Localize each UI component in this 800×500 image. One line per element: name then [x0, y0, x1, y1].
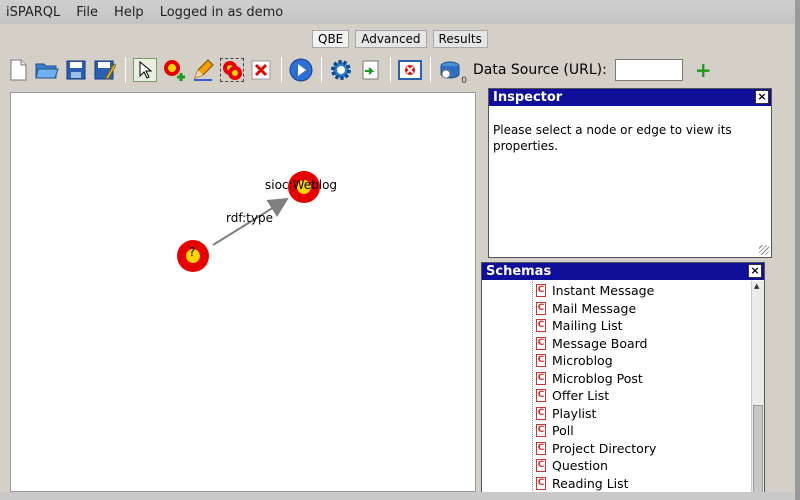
class-icon: C [536, 406, 546, 420]
class-icon: C [536, 424, 546, 437]
add-datasource-button[interactable]: + [695, 60, 712, 80]
import-icon[interactable] [358, 58, 382, 82]
schema-class-item[interactable]: C Microblog Post [536, 370, 643, 387]
settings-icon[interactable] [329, 58, 353, 82]
menu-bar: iSPARQL File Help Logged in as demo [0, 0, 800, 24]
edge-label: rdf:type [226, 211, 273, 225]
view-tabs: QBE Advanced Results [312, 30, 488, 48]
toolbar-separator [281, 57, 282, 83]
schema-class-label: Project Directory [552, 440, 657, 456]
schemas-close-icon[interactable]: × [748, 264, 762, 278]
schema-class-item[interactable]: C Project Directory [536, 440, 656, 457]
class-icon: C [536, 459, 546, 472]
datasource-icon[interactable]: 0 [438, 58, 467, 86]
toolbar-separator [321, 57, 322, 83]
save-as-icon[interactable] [93, 58, 117, 82]
tab-qbe[interactable]: QBE [312, 30, 350, 48]
schemas-title-bar: Schemas × [482, 263, 764, 280]
schema-class-label: Instant Message [552, 283, 655, 298]
class-icon: C [536, 284, 546, 297]
node-object-label: sioc:Weblog [265, 178, 337, 192]
schemas-panel: Schemas × C Instant Message C Mail Message C… [481, 262, 765, 494]
tab-advanced[interactable]: Advanced [355, 30, 427, 48]
add-node-icon[interactable] [162, 58, 186, 82]
inspector-title-bar: Inspector × [489, 89, 771, 106]
schema-class-label: Microblog Post [552, 370, 643, 386]
graph-node-object[interactable]: sioc:Weblog [265, 171, 337, 203]
query-graph-canvas[interactable]: rdf:type ? sioc:Weblog [10, 92, 476, 492]
schema-class-label: Message Board [552, 335, 648, 351]
delete-icon[interactable] [249, 58, 273, 82]
open-folder-icon[interactable] [35, 58, 59, 82]
schema-class-item[interactable]: C Reading List [536, 475, 629, 492]
schema-class-label: Microblog [552, 353, 613, 368]
menu-file[interactable]: File [76, 5, 98, 20]
schema-class-label: Playlist [552, 405, 597, 421]
inspector-close-icon[interactable]: × [755, 90, 769, 104]
schema-class-label: Offer List [552, 388, 610, 403]
schemas-scrollbar[interactable]: ▲ [751, 281, 764, 493]
graph-svg: rdf:type ? sioc:Weblog [177, 171, 337, 272]
schema-class-item[interactable]: C Instant Message [536, 282, 654, 299]
class-icon: C [536, 371, 546, 385]
graph-node-subject[interactable]: ? [177, 240, 209, 272]
new-file-icon[interactable] [6, 58, 30, 82]
datasource-url-input[interactable] [614, 59, 683, 81]
run-icon[interactable] [289, 58, 313, 82]
pencil-icon[interactable] [191, 58, 215, 82]
schema-class-item[interactable]: C Playlist [536, 405, 596, 422]
schema-class-item[interactable]: C Offer List [536, 387, 609, 404]
status-strip [0, 492, 800, 500]
tab-results[interactable]: Results [432, 30, 488, 48]
toolbar-separator [430, 57, 431, 83]
menu-help[interactable]: Help [114, 5, 144, 20]
toolbar: 0 Data Source (URL): + [0, 52, 800, 88]
schema-class-label: Mail Message [552, 300, 637, 316]
schema-class-label: Poll [552, 423, 574, 438]
inspector-message: Please select a node or edge to view its… [493, 123, 732, 153]
schema-class-item[interactable]: C Mailing List [536, 317, 623, 334]
schema-class-item[interactable]: C Mail Message [536, 300, 636, 317]
group-nodes-icon[interactable] [220, 58, 244, 82]
save-icon[interactable] [64, 58, 88, 82]
schema-class-item[interactable]: C Microblog [536, 352, 613, 369]
schema-class-label: Question [552, 458, 608, 473]
schema-class-label: Reading List [552, 475, 629, 491]
datasource-count: 0 [461, 76, 467, 86]
schema-class-item[interactable]: C Message Board [536, 335, 648, 352]
schema-class-label: Mailing List [552, 318, 623, 333]
datasource-label: Data Source (URL): [473, 62, 607, 78]
node-subject-label: ? [189, 245, 195, 259]
class-icon: C [536, 319, 546, 332]
clear-graph-icon[interactable] [398, 58, 422, 82]
schemas-title: Schemas [486, 264, 552, 279]
logged-in-status: Logged in as demo [159, 4, 284, 20]
resize-handle-icon[interactable] [759, 245, 769, 255]
class-icon: C [536, 354, 546, 367]
schema-class-item[interactable]: C Question [536, 457, 608, 474]
class-icon: C [536, 389, 546, 402]
class-icon: C [536, 476, 546, 490]
toolbar-separator [125, 57, 126, 83]
class-icon: C [536, 336, 546, 350]
schema-class-item[interactable]: C Poll [536, 422, 574, 439]
scroll-up-icon[interactable]: ▲ [754, 282, 759, 290]
scrollbar-thumb[interactable] [753, 405, 763, 493]
class-icon: C [536, 441, 546, 455]
app-name: iSPARQL [6, 4, 61, 20]
inspector-title: Inspector [493, 90, 563, 105]
toolbar-separator [390, 57, 391, 83]
tree-guide-line [532, 281, 533, 493]
schema-tree: C Instant Message C Mail Message C Mailing Li… [482, 281, 752, 493]
inspector-panel: Inspector × Please select a node or edge… [488, 88, 772, 258]
class-icon: C [536, 301, 546, 315]
window-edge [795, 0, 800, 500]
pointer-icon[interactable] [133, 58, 157, 82]
